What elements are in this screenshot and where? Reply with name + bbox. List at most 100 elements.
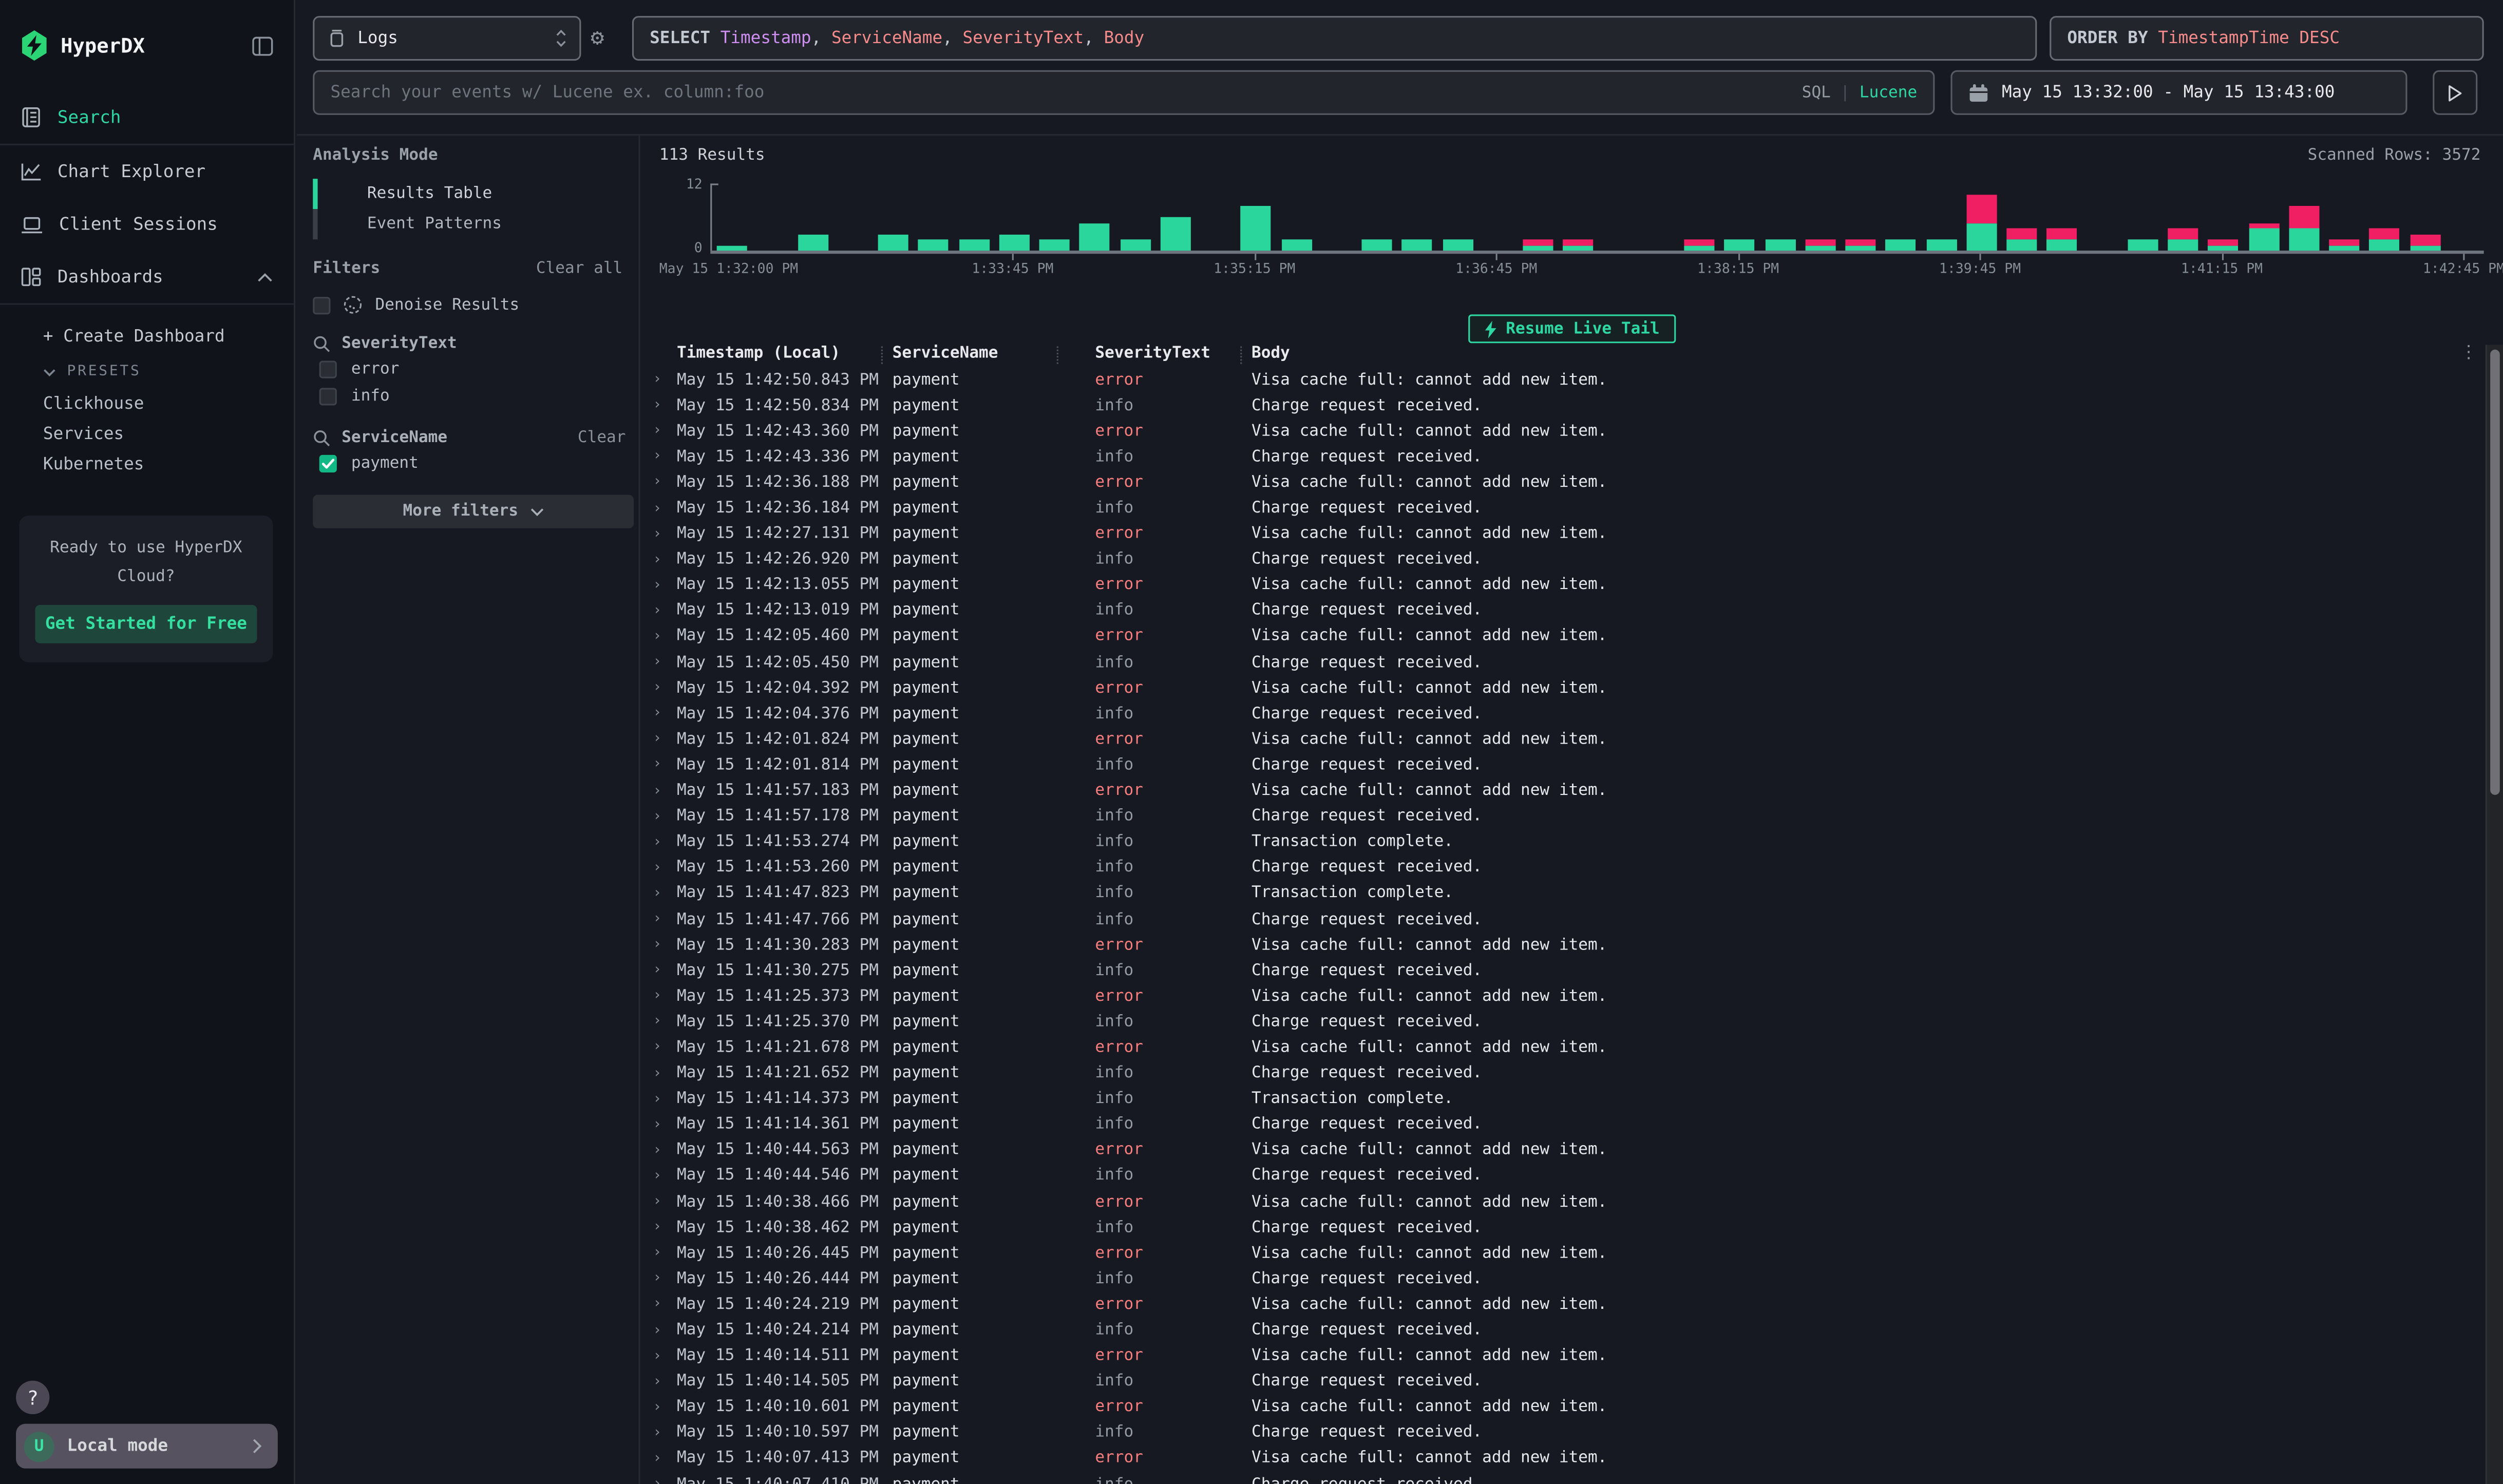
toggle-sql[interactable]: SQL — [1802, 84, 1831, 101]
column-resize-handle[interactable] — [1057, 347, 1058, 364]
row-expand-chevron-icon[interactable]: › — [653, 1194, 677, 1210]
table-row[interactable]: ›May 15 1:41:57.183 PMpaymenterrorVisa c… — [640, 778, 2483, 804]
checkbox-payment[interactable] — [319, 455, 337, 472]
filter-option-info[interactable]: info — [319, 388, 390, 405]
more-filters-button[interactable]: More filters — [313, 495, 634, 528]
sql-select-input[interactable]: SELECT Timestamp, ServiceName, SeverityT… — [632, 16, 2037, 61]
presets-toggle[interactable]: PRESETS — [0, 356, 294, 388]
row-expand-chevron-icon[interactable]: › — [653, 732, 677, 748]
table-row[interactable]: ›May 15 1:40:38.466 PMpaymenterrorVisa c… — [640, 1189, 2483, 1215]
row-expand-chevron-icon[interactable]: › — [653, 783, 677, 799]
row-expand-chevron-icon[interactable]: › — [653, 1425, 677, 1441]
table-row[interactable]: ›May 15 1:42:43.360 PMpaymenterrorVisa c… — [640, 418, 2483, 444]
table-row[interactable]: ›May 15 1:40:14.511 PMpaymenterrorVisa c… — [640, 1343, 2483, 1369]
toggle-lucene[interactable]: Lucene — [1860, 84, 1917, 101]
preset-item-clickhouse[interactable]: Clickhouse — [0, 388, 294, 418]
row-expand-chevron-icon[interactable]: › — [653, 1348, 677, 1364]
denoise-checkbox-row[interactable]: Denoise Results — [313, 295, 519, 314]
row-expand-chevron-icon[interactable]: › — [653, 475, 677, 491]
clear-all-filters-link[interactable]: Clear all — [536, 260, 622, 278]
sidebar-item-search[interactable]: Search — [0, 91, 294, 144]
row-expand-chevron-icon[interactable]: › — [653, 886, 677, 902]
table-row[interactable]: ›May 15 1:42:13.019 PMpaymentinfoCharge … — [640, 598, 2483, 624]
row-expand-chevron-icon[interactable]: › — [653, 1477, 677, 1484]
row-expand-chevron-icon[interactable]: › — [653, 1040, 677, 1056]
table-row[interactable]: ›May 15 1:41:25.373 PMpaymenterrorVisa c… — [640, 984, 2483, 1010]
row-expand-chevron-icon[interactable]: › — [653, 1374, 677, 1390]
time-range-picker[interactable]: May 15 13:32:00 - May 15 13:43:00 — [1950, 70, 2407, 115]
help-button[interactable]: ? — [16, 1381, 49, 1414]
row-expand-chevron-icon[interactable]: › — [653, 1014, 677, 1030]
table-row[interactable]: ›May 15 1:42:05.450 PMpaymentinfoCharge … — [640, 650, 2483, 675]
row-expand-chevron-icon[interactable]: › — [653, 1168, 677, 1184]
row-expand-chevron-icon[interactable]: › — [653, 706, 677, 722]
row-expand-chevron-icon[interactable]: › — [653, 372, 677, 388]
run-query-button[interactable] — [2433, 70, 2477, 115]
row-expand-chevron-icon[interactable]: › — [653, 988, 677, 1004]
row-expand-chevron-icon[interactable]: › — [653, 1451, 677, 1467]
row-expand-chevron-icon[interactable]: › — [653, 1322, 677, 1338]
table-row[interactable]: ›May 15 1:41:25.370 PMpaymentinfoCharge … — [640, 1010, 2483, 1035]
table-row[interactable]: ›May 15 1:42:50.834 PMpaymentinfoCharge … — [640, 393, 2483, 418]
user-menu[interactable]: U Local mode — [16, 1424, 278, 1469]
gear-icon[interactable]: ⚙ — [591, 26, 604, 51]
row-expand-chevron-icon[interactable]: › — [653, 603, 677, 619]
table-options-kebab-icon[interactable]: ⋮ — [2460, 343, 2477, 360]
row-expand-chevron-icon[interactable]: › — [653, 397, 677, 413]
order-by-input[interactable]: ORDER BY TimestampTime DESC — [2050, 16, 2483, 61]
row-expand-chevron-icon[interactable]: › — [653, 1297, 677, 1312]
resume-live-tail-button[interactable]: Resume Live Tail — [1468, 314, 1676, 343]
table-row[interactable]: ›May 15 1:41:47.823 PMpaymentinfoTransac… — [640, 881, 2483, 906]
table-row[interactable]: ›May 15 1:41:21.678 PMpaymenterrorVisa c… — [640, 1035, 2483, 1061]
table-row[interactable]: ›May 15 1:41:30.283 PMpaymenterrorVisa c… — [640, 933, 2483, 958]
row-expand-chevron-icon[interactable]: › — [653, 834, 677, 850]
table-row[interactable]: ›May 15 1:40:10.597 PMpaymentinfoCharge … — [640, 1420, 2483, 1446]
row-expand-chevron-icon[interactable]: › — [653, 860, 677, 876]
sidebar-item-chart-explorer[interactable]: Chart Explorer — [0, 145, 294, 198]
checkbox-error[interactable] — [319, 361, 337, 378]
row-expand-chevron-icon[interactable]: › — [653, 655, 677, 671]
sidebar-item-dashboards[interactable]: Dashboards — [0, 251, 294, 303]
table-row[interactable]: ›May 15 1:41:21.652 PMpaymentinfoCharge … — [640, 1061, 2483, 1087]
row-expand-chevron-icon[interactable]: › — [653, 1066, 677, 1081]
row-expand-chevron-icon[interactable]: › — [653, 757, 677, 773]
row-expand-chevron-icon[interactable]: › — [653, 1117, 677, 1133]
row-expand-chevron-icon[interactable]: › — [653, 680, 677, 696]
row-expand-chevron-icon[interactable]: › — [653, 1091, 677, 1107]
table-row[interactable]: ›May 15 1:42:36.188 PMpaymenterrorVisa c… — [640, 470, 2483, 496]
table-row[interactable]: ›May 15 1:40:38.462 PMpaymentinfoCharge … — [640, 1215, 2483, 1241]
table-row[interactable]: ›May 15 1:42:13.055 PMpaymenterrorVisa c… — [640, 573, 2483, 598]
table-row[interactable]: ›May 15 1:40:44.546 PMpaymentinfoCharge … — [640, 1164, 2483, 1189]
row-expand-chevron-icon[interactable]: › — [653, 629, 677, 645]
column-resize-handle[interactable] — [881, 347, 883, 364]
table-row[interactable]: ›May 15 1:42:50.843 PMpaymenterrorVisa c… — [640, 367, 2483, 393]
table-row[interactable]: ›May 15 1:42:04.392 PMpaymenterrorVisa c… — [640, 675, 2483, 701]
table-row[interactable]: ›May 15 1:42:01.824 PMpaymenterrorVisa c… — [640, 727, 2483, 752]
table-row[interactable]: ›May 15 1:40:24.219 PMpaymenterrorVisa c… — [640, 1292, 2483, 1318]
table-row[interactable]: ›May 15 1:42:27.131 PMpaymenterrorVisa c… — [640, 521, 2483, 547]
table-row[interactable]: ›May 15 1:42:36.184 PMpaymentinfoCharge … — [640, 496, 2483, 521]
row-expand-chevron-icon[interactable]: › — [653, 1271, 677, 1287]
row-expand-chevron-icon[interactable]: › — [653, 501, 677, 517]
row-expand-chevron-icon[interactable]: › — [653, 809, 677, 825]
row-expand-chevron-icon[interactable]: › — [653, 937, 677, 953]
table-row[interactable]: ›May 15 1:41:57.178 PMpaymentinfoCharge … — [640, 804, 2483, 829]
row-expand-chevron-icon[interactable]: › — [653, 963, 677, 979]
analysis-mode-event-patterns[interactable]: Event Patterns — [313, 209, 622, 239]
row-expand-chevron-icon[interactable]: › — [653, 526, 677, 542]
table-row[interactable]: ›May 15 1:40:44.563 PMpaymenterrorVisa c… — [640, 1138, 2483, 1164]
row-expand-chevron-icon[interactable]: › — [653, 423, 677, 439]
table-row[interactable]: ›May 15 1:40:07.413 PMpaymenterrorVisa c… — [640, 1446, 2483, 1472]
row-expand-chevron-icon[interactable]: › — [653, 1143, 677, 1158]
row-expand-chevron-icon[interactable]: › — [653, 578, 677, 594]
table-row[interactable]: ›May 15 1:41:47.766 PMpaymentinfoCharge … — [640, 906, 2483, 932]
table-row[interactable]: ›May 15 1:40:14.505 PMpaymentinfoCharge … — [640, 1369, 2483, 1395]
row-expand-chevron-icon[interactable]: › — [653, 1245, 677, 1261]
row-expand-chevron-icon[interactable]: › — [653, 552, 677, 568]
column-resize-handle[interactable] — [1240, 347, 1242, 364]
table-row[interactable]: ›May 15 1:41:14.361 PMpaymentinfoCharge … — [640, 1112, 2483, 1138]
filter-option-payment[interactable]: payment — [319, 455, 419, 472]
table-row[interactable]: ›May 15 1:42:43.336 PMpaymentinfoCharge … — [640, 444, 2483, 470]
row-expand-chevron-icon[interactable]: › — [653, 1399, 677, 1415]
row-expand-chevron-icon[interactable]: › — [653, 911, 677, 927]
